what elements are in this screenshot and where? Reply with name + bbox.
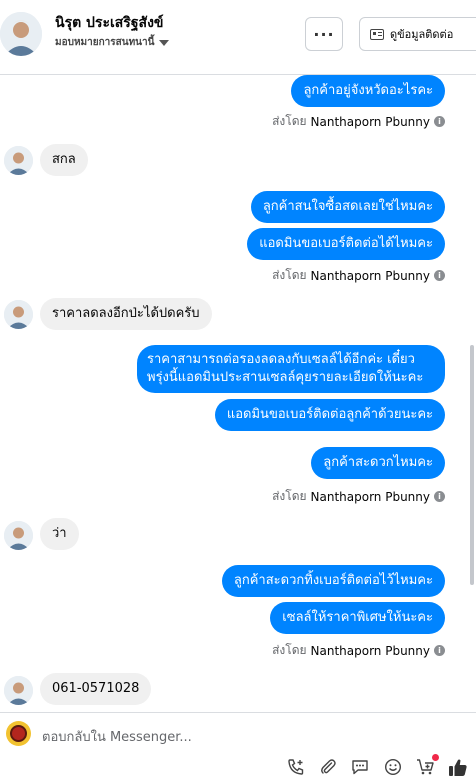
emoji-icon[interactable]	[383, 757, 403, 777]
message-bubble-outgoing[interactable]: ลูกค้าอยู่จังหวัดอะไรคะ	[291, 75, 445, 107]
message-bubble-outgoing[interactable]: ลูกค้าสะดวกทิ้งเบอร์ติดต่อไว้ไหมคะ	[221, 565, 445, 597]
sent-by-prefix: ส่งโดย	[272, 489, 307, 503]
saved-reply-icon[interactable]	[350, 757, 370, 777]
sent-by-name: Nanthaporn Pbunny	[310, 489, 430, 504]
contact-name[interactable]: นิรุต ประเสริฐสังข์	[55, 12, 164, 34]
contact-avatar-small	[4, 300, 33, 329]
message-bubble-outgoing[interactable]: แอดมินขอเบอร์ติดต่อลูกค้าด้วยนะคะ	[214, 399, 445, 431]
view-contact-info-button[interactable]: ดูข้อมูลติดต่อ	[359, 17, 476, 51]
reply-composer: ตอบกลับใน Messenger...	[0, 712, 476, 781]
message-bubble-incoming[interactable]: ว่า	[40, 518, 79, 550]
message-bubble-outgoing[interactable]: เซลล์ให้ราคาพิเศษให้นะคะ	[270, 602, 445, 634]
message-bubble-incoming[interactable]: ราคาลดลงอีกป่ะได้ปดครับ	[40, 298, 212, 330]
info-icon[interactable]: i	[434, 116, 445, 127]
message-bubble-outgoing[interactable]: ลูกค้าสะดวกไหมคะ	[311, 447, 445, 479]
chevron-down-icon	[159, 39, 170, 46]
info-icon[interactable]: i	[434, 645, 445, 656]
sent-by-label: ส่งโดย Nanthaporn Pbunny i	[272, 112, 445, 131]
message-line: พรุ่งนี้แอดมินประสานเซลล์คุยรายละเอียดให…	[147, 370, 424, 385]
sent-by-label: ส่งโดย Nanthaporn Pbunny i	[272, 266, 445, 285]
contact-avatar-small	[4, 521, 33, 550]
reply-input[interactable]: ตอบกลับใน Messenger...	[42, 726, 192, 747]
cart-add-icon[interactable]	[415, 757, 435, 777]
sent-by-name: Nanthaporn Pbunny	[310, 268, 430, 283]
message-bubble-outgoing[interactable]: ลูกค้าสนใจซื้อสดเลยใช่ไหมคะ	[250, 191, 445, 223]
message-scrollbar[interactable]	[470, 345, 474, 585]
contact-avatar-small	[4, 676, 33, 705]
message-line: ราคาสามารถต่อรองลดลงกับเซลล์ได้อีกค่ะ เด…	[147, 352, 415, 367]
message-bubble-outgoing[interactable]: ราคาสามารถต่อรองลดลงกับเซลล์ได้อีกค่ะ เด…	[137, 345, 445, 393]
message-bubble-incoming[interactable]: สกล	[40, 144, 88, 176]
sent-by-prefix: ส่งโดย	[272, 268, 307, 282]
message-bubble-incoming[interactable]: 061-0571028	[40, 673, 152, 705]
sent-by-label: ส่งโดย Nanthaporn Pbunny i	[272, 641, 445, 660]
sent-by-prefix: ส่งโดย	[272, 643, 307, 657]
like-icon[interactable]	[448, 757, 468, 777]
info-icon[interactable]: i	[434, 270, 445, 281]
contact-card-icon	[370, 28, 384, 40]
attachment-icon[interactable]	[318, 757, 338, 777]
sent-by-prefix: ส่งโดย	[272, 114, 307, 128]
sent-by-label: ส่งโดย Nanthaporn Pbunny i	[272, 487, 445, 506]
notification-dot	[432, 754, 439, 761]
sent-by-name: Nanthaporn Pbunny	[310, 643, 430, 658]
info-icon[interactable]: i	[434, 491, 445, 502]
sent-by-name: Nanthaporn Pbunny	[310, 114, 430, 129]
message-bubble-outgoing[interactable]: แอดมินขอเบอร์ติดต่อได้ไหมคะ	[247, 228, 445, 260]
conversation-header: นิรุต ประเสริฐสังข์ มอบหมายการสนทนานี้ ·…	[0, 0, 476, 75]
call-add-icon[interactable]	[286, 757, 306, 777]
assign-label: มอบหมายการสนทนานี้	[55, 37, 155, 48]
page-logo	[6, 721, 31, 746]
view-contact-info-label: ดูข้อมูลติดต่อ	[390, 28, 454, 41]
contact-avatar-small	[4, 146, 33, 175]
assign-conversation-dropdown[interactable]: มอบหมายการสนทนานี้	[55, 35, 170, 50]
contact-avatar[interactable]	[0, 12, 42, 56]
more-options-button[interactable]: ···	[305, 17, 343, 51]
